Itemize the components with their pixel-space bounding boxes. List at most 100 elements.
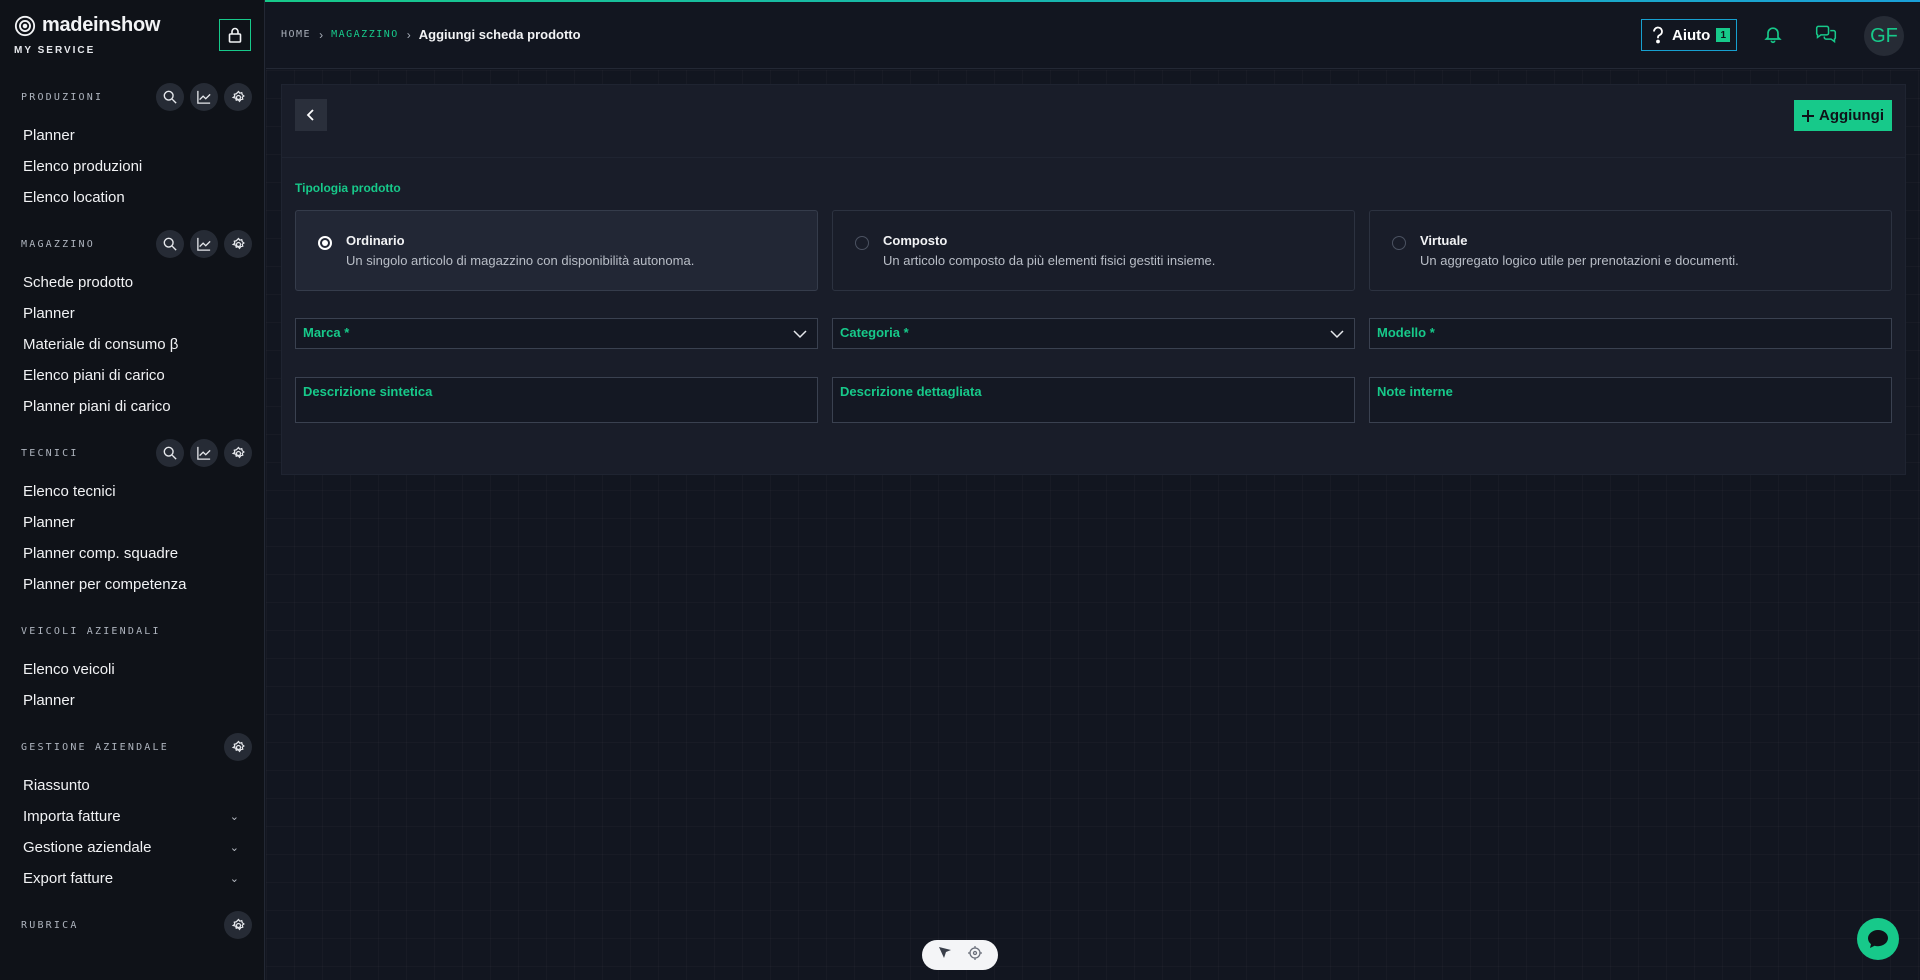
sidebar-item-planner-comp-squadre[interactable]: Planner comp. squadre <box>0 538 264 569</box>
product-type-label: Tipologia prodotto <box>295 181 401 195</box>
top-header: HOME › MAGAZZINO › Aggiungi scheda prodo… <box>266 2 1920 69</box>
stats-button[interactable] <box>190 83 218 111</box>
plus-icon <box>1802 109 1814 122</box>
search-button[interactable] <box>156 230 184 258</box>
type-card-ordinario[interactable]: Ordinario Un singolo articolo di magazzi… <box>295 210 818 291</box>
settings-button[interactable] <box>224 83 252 111</box>
section-title: MAGAZZINO <box>21 238 95 250</box>
chevron-down-icon: ⌄ <box>229 873 239 885</box>
target-icon <box>968 945 982 960</box>
section-title: VEICOLI AZIENDALI <box>21 625 161 637</box>
notifications-button[interactable] <box>1763 24 1783 49</box>
modello-input[interactable]: Modello * <box>1369 318 1892 349</box>
section-tecnici: TECNICI Elenco tecnici Planner Planner c… <box>0 436 264 600</box>
gear-icon <box>231 446 245 458</box>
sidebar-item-riassunto[interactable]: Riassunto <box>0 770 264 801</box>
type-title: Virtuale <box>1420 233 1468 248</box>
divider <box>282 157 1905 158</box>
sidebar: madeinshow MY SERVICE PRODUZIONI Planner… <box>0 0 265 980</box>
sidebar-item-planner-competenza[interactable]: Planner per competenza <box>0 569 264 600</box>
sidebar-item-elenco-tecnici[interactable]: Elenco tecnici <box>0 476 264 507</box>
descrizione-sintetica-input[interactable]: Descrizione sintetica <box>295 377 818 423</box>
type-title: Ordinario <box>346 233 405 248</box>
field-label: Modello * <box>1377 325 1435 340</box>
type-description: Un singolo articolo di magazzino con dis… <box>346 253 695 268</box>
sidebar-nav: PRODUZIONI Planner Elenco produzioni Ele… <box>0 80 264 956</box>
help-button[interactable]: Aiuto 1 <box>1641 19 1737 51</box>
sidebar-item-importa-fatture[interactable]: Importa fatture ⌄ <box>0 801 264 832</box>
categoria-select[interactable]: Categoria * <box>832 318 1355 349</box>
section-title: TECNICI <box>21 447 79 459</box>
field-label: Descrizione sintetica <box>303 384 433 399</box>
search-icon <box>163 90 177 104</box>
messages-button[interactable] <box>1815 24 1837 49</box>
brand-logo-icon <box>14 15 36 36</box>
breadcrumb-current: Aggiungi scheda prodotto <box>418 27 581 42</box>
gear-icon <box>231 90 245 102</box>
chevron-down-icon: ⌄ <box>229 811 239 823</box>
chat-support-button[interactable] <box>1857 918 1899 960</box>
settings-button[interactable] <box>224 439 252 467</box>
brand[interactable]: madeinshow MY SERVICE <box>14 14 160 56</box>
chart-line-icon <box>197 446 211 460</box>
stats-button[interactable] <box>190 439 218 467</box>
search-icon <box>163 446 177 460</box>
sidebar-item-planner-piani-carico[interactable]: Planner piani di carico <box>0 391 264 422</box>
settings-button[interactable] <box>224 733 252 761</box>
chevron-left-icon <box>306 109 314 121</box>
sidebar-item-export-fatture[interactable]: Export fatture ⌄ <box>0 863 264 894</box>
radio-unselected[interactable] <box>855 236 869 250</box>
marca-select[interactable]: Marca * <box>295 318 818 349</box>
type-card-virtuale[interactable]: Virtuale Un aggregato logico utile per p… <box>1369 210 1892 291</box>
help-icon <box>1653 26 1663 44</box>
search-button[interactable] <box>156 439 184 467</box>
chevron-down-icon <box>1330 330 1344 339</box>
section-title: PRODUZIONI <box>21 91 104 103</box>
section-title: RUBRICA <box>21 919 79 931</box>
type-card-composto[interactable]: Composto Un articolo composto da più ele… <box>832 210 1355 291</box>
breadcrumb-home[interactable]: HOME <box>281 29 311 40</box>
descrizione-dettagliata-input[interactable]: Descrizione dettagliata <box>832 377 1355 423</box>
brand-name: madeinshow <box>42 14 161 36</box>
stats-button[interactable] <box>190 230 218 258</box>
sidebar-item-planner[interactable]: Planner <box>0 120 264 151</box>
radio-unselected[interactable] <box>1392 236 1406 250</box>
help-badge: 1 <box>1716 28 1731 42</box>
sidebar-item-planner[interactable]: Planner <box>0 298 264 329</box>
settings-button[interactable] <box>224 911 252 939</box>
avatar[interactable]: GF <box>1864 16 1904 56</box>
back-button[interactable] <box>295 99 327 131</box>
breadcrumb-magazzino[interactable]: MAGAZZINO <box>331 29 399 40</box>
sidebar-item-gestione-aziendale[interactable]: Gestione aziendale ⌄ <box>0 832 264 863</box>
bell-icon <box>1764 27 1782 44</box>
add-button-label: Aggiungi <box>1819 107 1884 124</box>
field-label: Marca * <box>303 325 350 340</box>
sidebar-item-planner[interactable]: Planner <box>0 685 264 716</box>
note-interne-input[interactable]: Note interne <box>1369 377 1892 423</box>
radio-selected[interactable] <box>318 236 332 250</box>
sidebar-item-schede-prodotto[interactable]: Schede prodotto <box>0 267 264 298</box>
sidebar-item-elenco-piani-carico[interactable]: Elenco piani di carico <box>0 360 264 391</box>
lock-button[interactable] <box>219 19 251 51</box>
sidebar-item-elenco-produzioni[interactable]: Elenco produzioni <box>0 151 264 182</box>
add-button[interactable]: Aggiungi <box>1794 100 1892 131</box>
chevron-down-icon <box>793 330 807 339</box>
chart-line-icon <box>197 90 211 104</box>
sidebar-item-materiale-consumo[interactable]: Materiale di consumo β <box>0 329 264 360</box>
type-description: Un aggregato logico utile per prenotazio… <box>1420 253 1739 268</box>
chat-bubble-icon <box>1868 930 1888 948</box>
pointer-tool-button[interactable] <box>938 946 952 965</box>
sidebar-item-planner[interactable]: Planner <box>0 507 264 538</box>
chart-line-icon <box>197 237 211 251</box>
target-tool-button[interactable] <box>968 945 982 965</box>
settings-button[interactable] <box>224 230 252 258</box>
sidebar-item-elenco-veicoli[interactable]: Elenco veicoli <box>0 654 264 685</box>
gear-icon <box>231 740 245 752</box>
section-veicoli: VEICOLI AZIENDALI Elenco veicoli Planner <box>0 614 264 716</box>
search-button[interactable] <box>156 83 184 111</box>
lock-icon <box>228 27 242 43</box>
field-label: Descrizione dettagliata <box>840 384 982 399</box>
sidebar-item-elenco-location[interactable]: Elenco location <box>0 182 264 213</box>
brand-subtitle: MY SERVICE <box>14 45 96 56</box>
search-icon <box>163 237 177 251</box>
